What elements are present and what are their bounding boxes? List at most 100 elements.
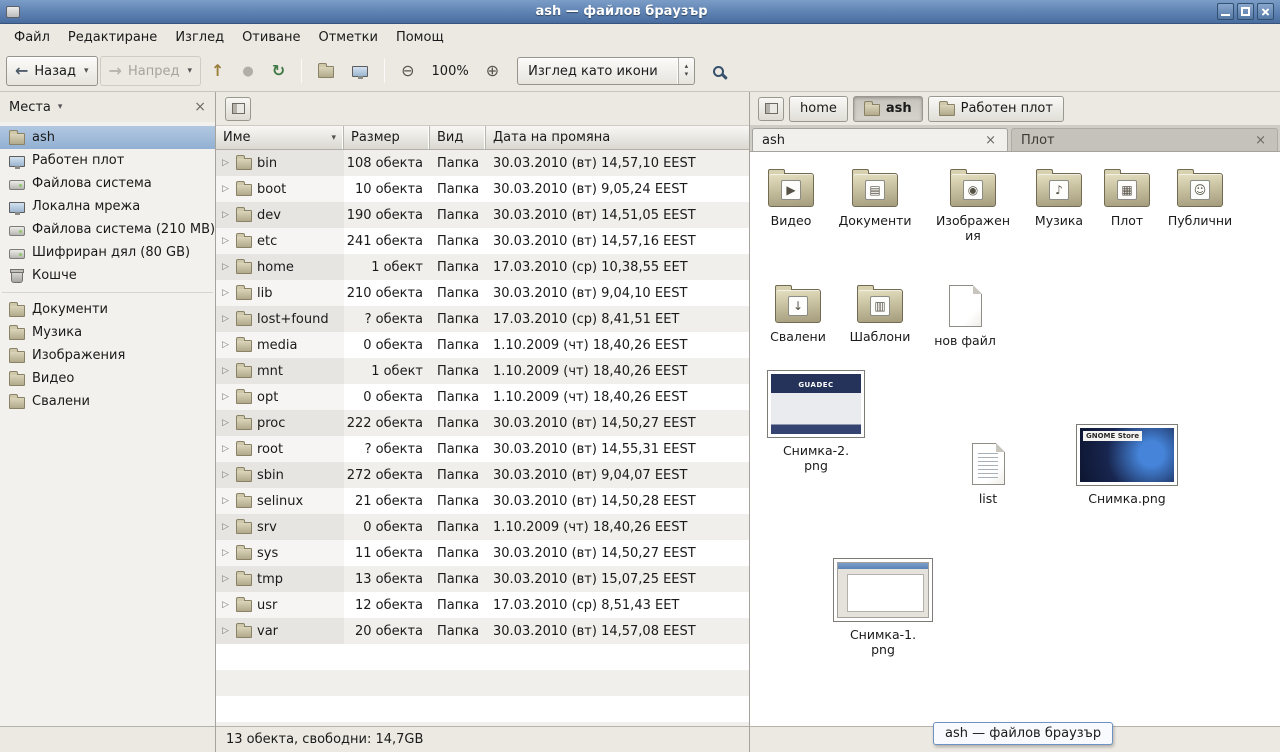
icon-folder-downloads[interactable]: ↓Свалени — [759, 282, 837, 344]
expander-icon[interactable]: ▷ — [222, 392, 231, 402]
sidebar-item-encrypted-80gb[interactable]: Шифриран дял (80 GB) — [0, 241, 215, 264]
sidebar-item-ash[interactable]: ash — [0, 126, 215, 149]
zoom-level: 100% — [425, 64, 476, 79]
menu-view[interactable]: Изглед — [166, 26, 233, 49]
expander-icon[interactable]: ▷ — [222, 366, 231, 376]
tree-row-proc[interactable]: ▷proc222 обектаПапка30.03.2010 (вт) 14,5… — [216, 410, 749, 436]
zoom-in-button[interactable]: ⊕ — [478, 56, 507, 86]
expander-icon[interactable]: ▷ — [222, 418, 231, 428]
search-button[interactable] — [705, 56, 732, 86]
expander-icon[interactable]: ▷ — [222, 496, 231, 506]
tree-row-mnt[interactable]: ▷mnt1 обектПапка1.10.2009 (чт) 18,40,26 … — [216, 358, 749, 384]
menu-file[interactable]: Файл — [5, 26, 59, 49]
expander-icon[interactable]: ▷ — [222, 158, 231, 168]
tab-close-icon[interactable]: × — [1253, 133, 1268, 148]
menu-go[interactable]: Отиване — [233, 26, 309, 49]
tree-row-root[interactable]: ▷root? обектаПапка30.03.2010 (вт) 14,55,… — [216, 436, 749, 462]
tree-row-selinux[interactable]: ▷selinux21 обектаПапка30.03.2010 (вт) 14… — [216, 488, 749, 514]
sidebar-item-music[interactable]: Музика — [0, 321, 215, 344]
expander-icon[interactable]: ▷ — [222, 210, 231, 220]
computer-button[interactable] — [344, 56, 376, 86]
reload-button[interactable]: ↻ — [264, 56, 293, 86]
sidebar-close-button[interactable]: × — [194, 99, 206, 115]
expander-icon[interactable]: ▷ — [222, 262, 231, 272]
sidebar-mode-select[interactable]: Места ▾ — [9, 100, 62, 115]
expander-icon[interactable]: ▷ — [222, 470, 231, 480]
tree-row-sbin[interactable]: ▷sbin272 обектаПапка30.03.2010 (вт) 9,04… — [216, 462, 749, 488]
tree-row-lost-found[interactable]: ▷lost+found? обектаПапка17.03.2010 (ср) … — [216, 306, 749, 332]
tree-row-etc[interactable]: ▷etc241 обектаПапка30.03.2010 (вт) 14,57… — [216, 228, 749, 254]
icon-folder-desktop[interactable]: ▦Плот — [1088, 166, 1166, 228]
stop-button[interactable]: ● — [234, 56, 261, 86]
back-button[interactable]: ← Назад ▾ — [6, 56, 98, 86]
close-button[interactable] — [1257, 3, 1274, 20]
tree-row-bin[interactable]: ▷bin108 обектаПапка30.03.2010 (вт) 14,57… — [216, 150, 749, 176]
tab-ash[interactable]: ash× — [752, 128, 1008, 151]
icon-file-list[interactable]: list — [949, 440, 1027, 506]
tab-plot[interactable]: Плот× — [1011, 128, 1278, 151]
tree-row-usr[interactable]: ▷usr12 обектаПапка17.03.2010 (ср) 8,51,4… — [216, 592, 749, 618]
expander-icon[interactable]: ▷ — [222, 184, 231, 194]
expander-icon[interactable]: ▷ — [222, 314, 231, 324]
sidebar-item-trash[interactable]: Кошче — [0, 264, 215, 287]
tree-row-lib[interactable]: ▷lib210 обектаПапка30.03.2010 (вт) 9,04,… — [216, 280, 749, 306]
sidebar-item-filesystem[interactable]: Файлова система — [0, 172, 215, 195]
column-header-date[interactable]: Дата на промяна — [486, 126, 749, 149]
icon-folder-music[interactable]: ♪Музика — [1020, 166, 1098, 228]
pane-toggle-button[interactable] — [225, 97, 251, 121]
expander-icon[interactable]: ▷ — [222, 340, 231, 350]
sidebar-item-pictures[interactable]: Изображения — [0, 344, 215, 367]
path-button-desktop[interactable]: Работен плот — [928, 96, 1064, 122]
view-mode-select[interactable]: Изглед като икони ▴▾ — [517, 57, 695, 85]
tree-row-home[interactable]: ▷home1 обектПапка17.03.2010 (ср) 10,38,5… — [216, 254, 749, 280]
sidebar-item-video[interactable]: Видео — [0, 367, 215, 390]
expander-icon[interactable]: ▷ — [222, 522, 231, 532]
menu-help[interactable]: Помощ — [387, 26, 453, 49]
icon-folder-templates[interactable]: ▥Шаблони — [841, 282, 919, 344]
sidebar-item-desktop[interactable]: Работен плот — [0, 149, 215, 172]
expander-icon[interactable]: ▷ — [222, 600, 231, 610]
menu-edit[interactable]: Редактиране — [59, 26, 166, 49]
column-header-name[interactable]: Име▾ — [216, 126, 344, 149]
expander-icon[interactable]: ▷ — [222, 288, 231, 298]
expander-icon[interactable]: ▷ — [222, 626, 231, 636]
tree-row-srv[interactable]: ▷srv0 обектаПапка1.10.2009 (чт) 18,40,26… — [216, 514, 749, 540]
tree-row-opt[interactable]: ▷opt0 обектаПапка1.10.2009 (чт) 18,40,26… — [216, 384, 749, 410]
icon-folder-pictures[interactable]: ◉Изображения — [934, 166, 1012, 243]
maximize-button[interactable] — [1237, 3, 1254, 20]
icon-folder-public[interactable]: ☺Публични — [1161, 166, 1239, 228]
sidebar-item-filesystem-210mb[interactable]: Файлова система (210 MB) — [0, 218, 215, 241]
sidebar-item-downloads[interactable]: Свалени — [0, 390, 215, 413]
zoom-out-button[interactable]: ⊖ — [393, 56, 422, 86]
forward-button[interactable]: → Напред ▾ — [100, 56, 201, 86]
tree-row-sys[interactable]: ▷sys11 обектаПапка30.03.2010 (вт) 14,50,… — [216, 540, 749, 566]
tree-row-var[interactable]: ▷var20 обектаПапка30.03.2010 (вт) 14,57,… — [216, 618, 749, 644]
icon-image-snimka[interactable]: GNOME StoreСнимка.png — [1075, 424, 1179, 506]
path-button-ash[interactable]: ash — [853, 96, 923, 122]
icon-folder-video[interactable]: ▶Видео — [752, 166, 830, 228]
tab-close-icon[interactable]: × — [983, 133, 998, 148]
sidebar-item-documents[interactable]: Документи — [0, 298, 215, 321]
path-button-home[interactable]: home — [789, 96, 848, 122]
expander-icon[interactable]: ▷ — [222, 548, 231, 558]
sidebar-item-local-network[interactable]: Локална мрежа — [0, 195, 215, 218]
tree-row-boot[interactable]: ▷boot10 обектаПапка30.03.2010 (вт) 9,05,… — [216, 176, 749, 202]
icon-folder-documents[interactable]: ▤Документи — [836, 166, 914, 228]
expander-icon[interactable]: ▷ — [222, 574, 231, 584]
menu-bookmarks[interactable]: Отметки — [309, 26, 386, 49]
column-header-size[interactable]: Размер — [344, 126, 430, 149]
tree-row-media[interactable]: ▷media0 обектаПапка1.10.2009 (чт) 18,40,… — [216, 332, 749, 358]
icon-image-snimka-1[interactable]: Снимка-1.png — [831, 558, 935, 657]
icon-image-snimka-2[interactable]: GUADECСнимка-2.png — [764, 370, 868, 473]
home-button[interactable] — [310, 56, 342, 86]
column-header-type[interactable]: Вид — [430, 126, 486, 149]
expander-icon[interactable]: ▷ — [222, 444, 231, 454]
pane-toggle-button-right[interactable] — [758, 97, 784, 121]
icon-file-new-file[interactable]: нов файл — [926, 282, 1004, 348]
icon-view[interactable]: ▶Видео ▤Документи ◉Изображения ♪Музика ▦… — [750, 152, 1280, 726]
up-button[interactable]: ↑ — [203, 56, 232, 86]
tree-row-dev[interactable]: ▷dev190 обектаПапка30.03.2010 (вт) 14,51… — [216, 202, 749, 228]
minimize-button[interactable] — [1217, 3, 1234, 20]
expander-icon[interactable]: ▷ — [222, 236, 231, 246]
tree-row-tmp[interactable]: ▷tmp13 обектаПапка30.03.2010 (вт) 15,07,… — [216, 566, 749, 592]
